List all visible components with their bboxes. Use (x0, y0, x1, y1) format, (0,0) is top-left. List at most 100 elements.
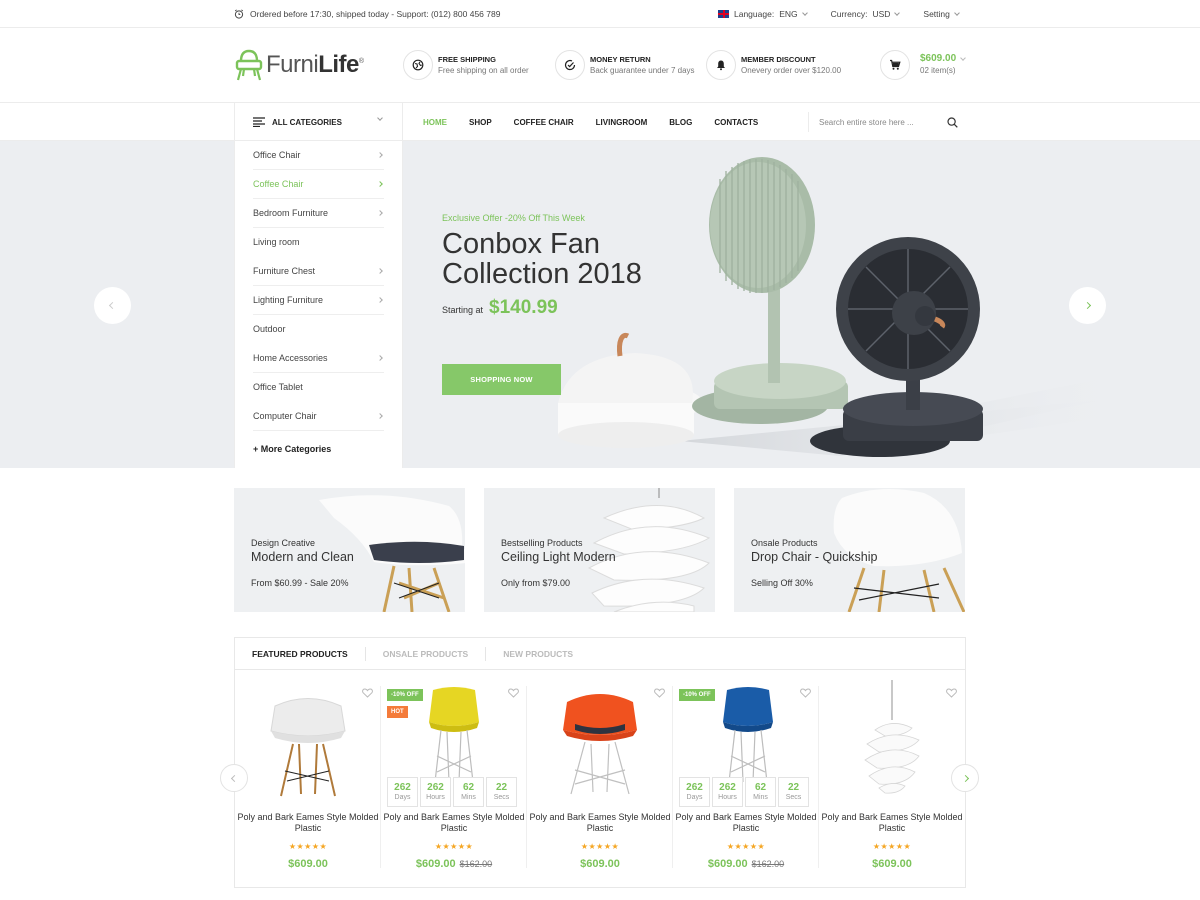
tab-divider (485, 646, 487, 661)
product-price: $609.00 (872, 858, 912, 870)
nav-shop[interactable]: SHOP (469, 118, 492, 127)
discount-badge: -10% OFF (679, 689, 715, 701)
feature-subtitle: Onevery order over $120.00 (741, 65, 842, 75)
countdown-timer: 262 Days 262 Hours 62 Mins 22 Secs (387, 777, 519, 807)
product-name[interactable]: Poly and Bark Eames Style Molded Plastic (673, 812, 819, 834)
product-card[interactable]: Poly and Bark Eames Style Molded Plastic… (819, 680, 965, 874)
countdown-unit: Secs (493, 794, 510, 801)
product-name[interactable]: Poly and Bark Eames Style Molded Plastic (527, 812, 673, 834)
countdown-unit: Days (394, 794, 411, 801)
cart-icon-circle (880, 50, 910, 80)
nav-blog[interactable]: BLOG (669, 118, 692, 127)
heart-icon[interactable] (946, 688, 957, 698)
shopping-now-button[interactable]: SHOPPING NOW (442, 364, 561, 395)
banner-modern-clean[interactable]: Design Creative Modern and Clean From $6… (234, 488, 465, 612)
setting-menu[interactable]: Setting (911, 9, 970, 19)
tab-new-products[interactable]: NEW PRODUCTS (503, 649, 573, 659)
product-name[interactable]: Poly and Bark Eames Style Molded Plastic (819, 812, 965, 834)
feature-title: Free Shipping (438, 54, 496, 64)
nav-coffee-chair[interactable]: COFFEE CHAIR (514, 118, 574, 127)
banner-drop-chair[interactable]: Onsale Products Drop Chair - Quickship S… (734, 488, 965, 612)
feature-icon-circle (555, 50, 585, 80)
category-label: Living room (253, 237, 300, 247)
product-card[interactable]: -10% OFF 262 Days 262 Hours 62 Mins 22 Secs … (673, 680, 819, 874)
category-label: Office Tablet (253, 382, 303, 392)
banner-ceiling-light[interactable]: Bestselling Products Ceiling Light Moder… (484, 488, 715, 612)
countdown-days: 262 Days (679, 777, 710, 807)
countdown-value: 22 (787, 782, 800, 793)
feature-icon-circle (403, 50, 433, 80)
product-card[interactable]: Poly and Bark Eames Style Molded Plastic… (527, 680, 673, 874)
feature-title: Money Return (590, 54, 651, 64)
products-next-button[interactable] (951, 764, 979, 792)
nav-contacts[interactable]: CONTACTS (714, 118, 758, 127)
product-name[interactable]: Poly and Bark Eames Style Molded Plastic (235, 812, 381, 834)
category-item-computer-chair[interactable]: Computer Chair (253, 402, 384, 431)
feature-free-shipping: Free Shipping Free shipping on all order (403, 50, 529, 80)
check-circle-icon (564, 59, 576, 71)
category-item-office-chair[interactable]: Office Chair (253, 141, 384, 170)
category-item-coffee-chair[interactable]: Coffee Chair (253, 170, 384, 199)
countdown-hours: 262 Hours (420, 777, 451, 807)
product-name[interactable]: Poly and Bark Eames Style Molded Plastic (381, 812, 527, 834)
hero-content: Exclusive Offer -20% Off This Week Conbo… (442, 213, 702, 319)
search-input[interactable] (819, 117, 947, 127)
cart-icon (890, 59, 901, 70)
feature-title: Member Discount (741, 54, 816, 64)
countdown-value: 262 (719, 782, 736, 793)
countdown-unit: Hours (426, 794, 445, 801)
product-image (864, 680, 920, 794)
banner-price: Selling Off 30% (751, 578, 813, 588)
chevron-right-icon (377, 297, 383, 303)
chevron-right-icon (1083, 301, 1092, 310)
category-item-outdoor[interactable]: Outdoor (253, 315, 384, 344)
rating-stars: ★★★★★ (288, 842, 328, 851)
hero-offer: Exclusive Offer -20% Off This Week (442, 213, 585, 223)
category-item-furniture-chest[interactable]: Furniture Chest (253, 257, 384, 286)
heart-icon[interactable] (654, 688, 665, 698)
chevron-right-icon (377, 413, 383, 419)
language-selector[interactable]: Language: ENG (706, 9, 819, 19)
language-value: ENG (779, 9, 798, 19)
currency-selector[interactable]: Currency: USD (819, 9, 912, 19)
banner-price: Only from $79.00 (501, 578, 571, 588)
countdown-timer: 262 Days 262 Hours 62 Mins 22 Secs (679, 777, 811, 807)
nav-home[interactable]: HOME (423, 118, 447, 127)
category-label: Office Chair (253, 150, 301, 160)
category-item-lighting-furniture[interactable]: Lighting Furniture (253, 286, 384, 315)
rating-stars: ★★★★★ (580, 842, 620, 851)
tab-onsale-products[interactable]: ONSALE PRODUCTS (383, 649, 468, 659)
logo-text: FurniLife® (266, 51, 364, 79)
heart-icon[interactable] (800, 688, 811, 698)
category-item-bedroom-furniture[interactable]: Bedroom Furniture (253, 199, 384, 228)
countdown-mins: 62 Mins (453, 777, 484, 807)
mini-cart[interactable]: $609.00 02 item(s) (880, 50, 966, 80)
countdown-value: 62 (462, 782, 475, 793)
chair-logo-icon (235, 49, 263, 81)
product-price: $609.00 (288, 858, 328, 870)
heart-icon[interactable] (362, 688, 373, 698)
tab-featured-products[interactable]: FEATURED PRODUCTS (252, 649, 348, 659)
navigation-bar: ALL CATEGORIES HOME SHOP COFFEE CHAIR LI… (0, 103, 1200, 141)
product-price: $609.00 (707, 858, 748, 870)
category-item-living-room[interactable]: Living room (253, 228, 384, 257)
product-card[interactable]: Poly and Bark Eames Style Molded Plastic… (235, 680, 381, 874)
site-logo[interactable]: FurniLife® (234, 48, 364, 82)
slider-prev-button[interactable] (94, 287, 131, 324)
products-prev-button[interactable] (220, 764, 248, 792)
countdown-secs: 22 Secs (778, 777, 809, 807)
slider-next-button[interactable] (1069, 287, 1106, 324)
category-item-office-tablet[interactable]: Office Tablet (253, 373, 384, 402)
more-categories-link[interactable]: + More Categories (253, 431, 384, 467)
chevron-left-icon (108, 301, 117, 310)
nav-livingroom[interactable]: LIVINGROOM (596, 118, 648, 127)
chevron-right-icon (961, 774, 969, 782)
banner-price: From $60.99 - Sale 20% (251, 578, 349, 588)
countdown-value: 62 (754, 782, 767, 793)
heart-icon[interactable] (508, 688, 519, 698)
all-categories-toggle[interactable]: ALL CATEGORIES (234, 103, 403, 141)
product-card[interactable]: -10% OFF HOT 262 Days 262 Hours 62 Mins 22 S… (381, 680, 527, 874)
search-icon[interactable] (947, 116, 958, 128)
category-item-home-accessories[interactable]: Home Accessories (253, 344, 384, 373)
hero-price: $140.99 (489, 297, 558, 318)
